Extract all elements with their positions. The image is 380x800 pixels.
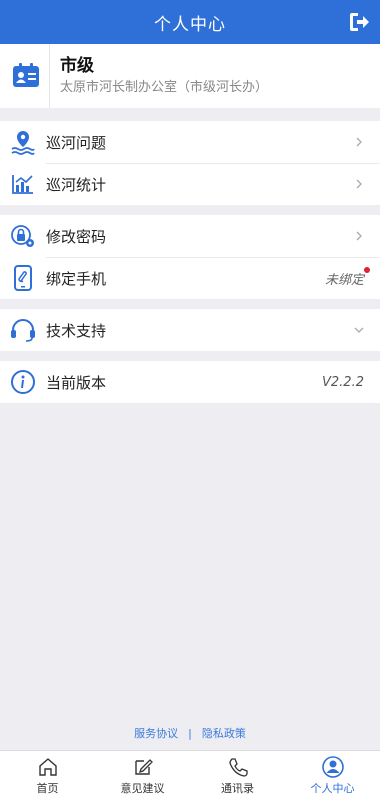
lock-settings-icon [11,225,34,247]
privacy-policy-link[interactable]: 隐私政策 [202,725,246,741]
menu-item-tech-support[interactable]: 技术支持 [0,309,380,351]
menu-item-patrol-issues[interactable]: 巡河问题 [0,121,380,163]
chevron-down-icon [354,327,364,333]
logout-icon [350,13,369,31]
profile-name: 市级 [60,56,94,76]
menu-item-label: 巡河问题 [46,133,107,152]
version-number: V2.2.2 [322,374,364,390]
profile-card: 市级 太原市河长制办公室（市级河长办） [0,44,380,108]
headset-icon [11,319,35,342]
tab-label: 首页 [36,781,59,795]
phone-icon [14,265,32,291]
service-agreement-link[interactable]: 服务协议 [134,725,178,741]
user-icon [321,755,344,778]
menu-item-change-password[interactable]: 修改密码 [0,215,380,257]
tab-home[interactable]: 首页 [0,751,95,800]
menu-item-patrol-statistics[interactable]: 巡河统计 [0,163,380,205]
chevron-right-icon [356,231,362,241]
info-icon [11,370,35,394]
menu-item-label: 绑定手机 [46,269,107,288]
menu-group-account: 修改密码 绑定手机 未绑定 [0,215,380,299]
top-bar: 个人中心 [0,0,380,44]
menu-group-support: 技术支持 [0,309,380,351]
separator: | [188,726,192,740]
tab-label: 个人中心 [310,781,355,795]
menu-item-label: 巡河统计 [46,175,107,194]
page-title: 个人中心 [154,14,226,35]
menu-item-label: 当前版本 [46,373,107,392]
tab-profile[interactable]: 个人中心 [285,751,380,800]
tab-contacts[interactable]: 通讯录 [190,751,285,800]
phone-binding-status: 未绑定 [325,266,370,288]
menu-item-current-version[interactable]: 当前版本 V2.2.2 [0,361,380,403]
phone-handset-icon [228,757,248,777]
tab-feedback[interactable]: 意见建议 [95,751,190,800]
menu-group-version: 当前版本 V2.2.2 [0,361,380,403]
chevron-right-icon [356,137,362,147]
tab-label: 通讯录 [221,781,254,795]
chevron-right-icon [356,179,362,189]
profile-organization: 太原市河长制办公室（市级河长办） [60,80,269,95]
id-card-icon [12,63,39,87]
tab-label: 意见建议 [120,781,165,795]
edit-icon [134,758,153,775]
menu-item-bind-phone[interactable]: 绑定手机 未绑定 [0,257,380,299]
home-icon [38,757,57,776]
bottom-tab-bar: 首页 意见建议 通讯录 个人中心 [0,750,380,800]
policy-links: 服务协议 | 隐私政策 [0,724,380,742]
menu-group-patrol: 巡河问题 巡河统计 [0,121,380,205]
logout-button[interactable] [348,11,370,33]
menu-item-label: 修改密码 [46,227,107,246]
notification-dot [364,266,370,273]
location-wave-icon [11,131,35,155]
statistics-chart-icon [12,175,33,194]
menu-item-label: 技术支持 [46,321,107,340]
